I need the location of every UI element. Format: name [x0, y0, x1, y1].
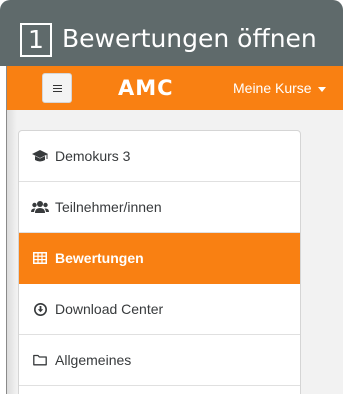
nav-item-participants[interactable]: Teilnehmer/innen	[19, 182, 300, 233]
navigation-drawer: Demokurs 3 Teilnehmer/innen Bewertungen …	[18, 130, 301, 394]
caret-down-icon	[317, 86, 326, 92]
site-logo[interactable]: AMC	[118, 75, 174, 101]
step-banner: 1 Bewertungen öffnen	[0, 0, 343, 66]
step-title: Bewertungen öffnen	[62, 24, 317, 53]
nav-item-label: Teilnehmer/innen	[55, 199, 162, 215]
nav-item-demokurs[interactable]: Demokurs 3	[19, 131, 300, 182]
nav-item-grades[interactable]: Bewertungen	[19, 233, 300, 284]
nav-item-label: Allgemeines	[55, 352, 132, 368]
step-number-box: 1	[20, 23, 52, 57]
drawer-shadow	[7, 110, 17, 394]
nav-item-label: Download Center	[55, 301, 164, 317]
nav-item-download-center[interactable]: Download Center	[19, 284, 300, 335]
nav-item-general-section[interactable]: Allgemeines	[19, 335, 300, 386]
graduation-cap-icon	[31, 148, 49, 164]
my-courses-label: Meine Kurse	[233, 80, 312, 96]
users-icon	[31, 199, 49, 215]
nav-item-label: Demokurs 3	[55, 148, 131, 164]
drawer-toggle-button[interactable]	[42, 73, 72, 103]
table-icon	[31, 250, 49, 266]
hamburger-icon	[52, 84, 62, 92]
folder-icon	[31, 352, 49, 368]
nav-item-label: Bewertungen	[55, 250, 144, 266]
top-navbar: AMC Meine Kurse	[7, 66, 343, 110]
download-circle-icon	[31, 301, 49, 317]
app-frame: AMC Meine Kurse Demokurs 3 Teilnehmer/in…	[6, 66, 343, 394]
my-courses-menu[interactable]: Meine Kurse	[233, 80, 326, 97]
